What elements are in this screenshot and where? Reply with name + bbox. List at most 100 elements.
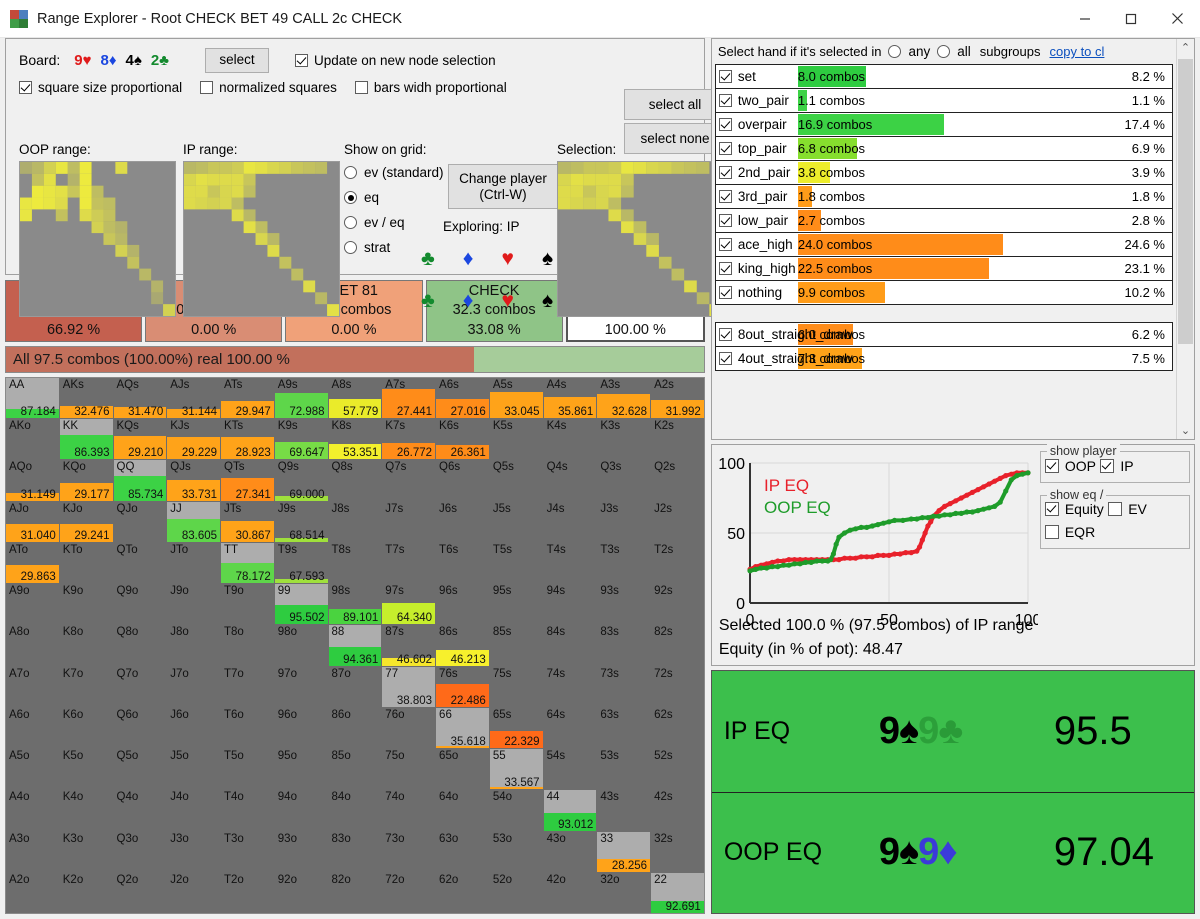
hand-cell-KTs[interactable]: KTs 28.923 bbox=[221, 419, 274, 460]
hand-cell-AKs[interactable]: AKs 32.476 bbox=[59, 378, 113, 419]
hand-cell-A4o[interactable]: A4o bbox=[6, 790, 59, 831]
bars-width-proportional-checkbox[interactable]: bars widh proportional bbox=[354, 80, 507, 95]
hand-cell-K4s[interactable]: K4s bbox=[543, 419, 597, 460]
hand-cell-Q4s[interactable]: Q4s bbox=[543, 460, 597, 501]
hand-cell-J8s[interactable]: J8s bbox=[328, 501, 382, 542]
hand-cell-63o[interactable]: 63o bbox=[436, 831, 489, 872]
update-on-new-node-checkbox[interactable]: Update on new node selection bbox=[295, 53, 496, 68]
hand-cell-Q4o[interactable]: Q4o bbox=[113, 790, 167, 831]
hand-cell-AQo[interactable]: AQo 31.149 bbox=[6, 460, 59, 501]
hand-cell-52o[interactable]: 52o bbox=[489, 872, 543, 913]
diamond-icon[interactable]: ♦ bbox=[463, 289, 474, 313]
hand-cell-Q8s[interactable]: Q8s bbox=[328, 460, 382, 501]
hand-cell-Q8o[interactable]: Q8o bbox=[113, 625, 167, 666]
category-row-top_pair[interactable]: top_pair 6.8 combos 6.9 % bbox=[714, 136, 1173, 161]
hand-cell-A2s[interactable]: A2s 31.992 bbox=[651, 378, 704, 419]
hand-cell-A2o[interactable]: A2o bbox=[6, 872, 59, 913]
hand-cell-86s[interactable]: 86s 46.213 bbox=[436, 625, 489, 666]
radio-eq[interactable]: eq bbox=[344, 185, 444, 210]
category-row-king_high[interactable]: king_high 22.5 combos 23.1 % bbox=[714, 256, 1173, 281]
hand-cell-T7o[interactable]: T7o bbox=[221, 666, 274, 707]
hand-cell-74o[interactable]: 74o bbox=[382, 790, 436, 831]
hand-cell-T9o[interactable]: T9o bbox=[221, 584, 274, 625]
hand-cell-QTo[interactable]: QTo bbox=[113, 542, 167, 584]
hand-cell-94o[interactable]: 94o bbox=[274, 790, 328, 831]
hand-cell-K6o[interactable]: K6o bbox=[59, 707, 113, 749]
hand-cell-T6o[interactable]: T6o bbox=[221, 707, 274, 749]
hand-cell-AJs[interactable]: AJs 31.144 bbox=[167, 378, 221, 419]
heart-icon[interactable]: ♥ bbox=[502, 247, 514, 271]
hand-cell-74s[interactable]: 74s bbox=[543, 666, 597, 707]
category-row-2nd_pair[interactable]: 2nd_pair 3.8 combos 3.9 % bbox=[714, 160, 1173, 185]
copy-to-clipboard-link[interactable]: copy to cl bbox=[1050, 44, 1105, 59]
hand-cell-J9o[interactable]: J9o bbox=[167, 584, 221, 625]
hand-cell-T4s[interactable]: T4s bbox=[543, 542, 597, 584]
hand-cell-A9s[interactable]: A9s 72.988 bbox=[274, 378, 328, 419]
ip-range-heatmap[interactable] bbox=[183, 161, 340, 317]
hand-cell-A9o[interactable]: A9o bbox=[6, 584, 59, 625]
selection-heatmap[interactable] bbox=[557, 161, 723, 317]
hand-cell-KK[interactable]: KK 86.393 bbox=[59, 419, 113, 460]
scrollbar-thumb[interactable] bbox=[1178, 59, 1193, 344]
hand-cell-ATs[interactable]: ATs 29.947 bbox=[221, 378, 274, 419]
hand-cell-T5s[interactable]: T5s bbox=[489, 542, 543, 584]
category-checkbox[interactable]: set bbox=[718, 69, 756, 84]
radio-ev-over-eq[interactable]: ev / eq bbox=[344, 210, 444, 235]
hand-cell-76o[interactable]: 76o bbox=[382, 707, 436, 749]
hand-cell-A5o[interactable]: A5o bbox=[6, 749, 59, 790]
hand-cell-53s[interactable]: 53s bbox=[597, 749, 651, 790]
hand-cell-T9s[interactable]: T9s 67.593 bbox=[274, 542, 328, 584]
hand-cell-K5o[interactable]: K5o bbox=[59, 749, 113, 790]
scroll-down-arrow-icon[interactable]: ⌄ bbox=[1177, 422, 1194, 439]
hand-cell-J8o[interactable]: J8o bbox=[167, 625, 221, 666]
hand-cell-JJ[interactable]: JJ 83.605 bbox=[167, 501, 221, 542]
hand-cell-85o[interactable]: 85o bbox=[328, 749, 382, 790]
hand-cell-97s[interactable]: 97s 64.340 bbox=[382, 584, 436, 625]
category-checkbox[interactable]: two_pair bbox=[718, 93, 789, 108]
hand-cell-KQo[interactable]: KQo 29.177 bbox=[59, 460, 113, 501]
hand-cell-A6s[interactable]: A6s 27.016 bbox=[436, 378, 489, 419]
hand-cell-JTs[interactable]: JTs 30.867 bbox=[221, 501, 274, 542]
hand-cell-53o[interactable]: 53o bbox=[489, 831, 543, 872]
maximize-button[interactable] bbox=[1108, 0, 1154, 37]
hand-cell-87s[interactable]: 87s 46.602 bbox=[382, 625, 436, 666]
hand-cell-K7s[interactable]: K7s 26.772 bbox=[382, 419, 436, 460]
hand-cell-TT[interactable]: TT 78.172 bbox=[221, 542, 274, 584]
change-player-button[interactable]: Change player (Ctrl-W) bbox=[448, 164, 558, 209]
category-checkbox[interactable]: 2nd_pair bbox=[718, 165, 790, 180]
hand-cell-77[interactable]: 77 38.803 bbox=[382, 666, 436, 707]
normalized-squares-checkbox[interactable]: normalized squares bbox=[200, 80, 337, 95]
hand-cell-Q3s[interactable]: Q3s bbox=[597, 460, 651, 501]
hand-cell-J3o[interactable]: J3o bbox=[167, 831, 221, 872]
hand-cell-J6o[interactable]: J6o bbox=[167, 707, 221, 749]
hand-cell-33[interactable]: 33 28.256 bbox=[597, 831, 651, 872]
hand-cell-95o[interactable]: 95o bbox=[274, 749, 328, 790]
hand-cell-95s[interactable]: 95s bbox=[489, 584, 543, 625]
hand-cell-A3s[interactable]: A3s 32.628 bbox=[597, 378, 651, 419]
hand-cell-T8o[interactable]: T8o bbox=[221, 625, 274, 666]
hand-cell-54s[interactable]: 54s bbox=[543, 749, 597, 790]
hand-cell-K9s[interactable]: K9s 69.647 bbox=[274, 419, 328, 460]
hand-cell-75o[interactable]: 75o bbox=[382, 749, 436, 790]
hand-cell-J9s[interactable]: J9s 68.514 bbox=[274, 501, 328, 542]
oop-range-heatmap[interactable] bbox=[19, 161, 176, 317]
hand-cell-62o[interactable]: 62o bbox=[436, 872, 489, 913]
hand-cell-AA[interactable]: AA 87.184 bbox=[6, 378, 59, 419]
hand-cell-43s[interactable]: 43s bbox=[597, 790, 651, 831]
hand-cell-JTo[interactable]: JTo bbox=[167, 542, 221, 584]
hand-cell-K7o[interactable]: K7o bbox=[59, 666, 113, 707]
category-checkbox[interactable]: king_high bbox=[718, 261, 796, 276]
hand-cell-AKo[interactable]: AKo bbox=[6, 419, 59, 460]
hand-cell-83o[interactable]: 83o bbox=[328, 831, 382, 872]
hand-cell-K8s[interactable]: K8s 53.351 bbox=[328, 419, 382, 460]
hand-cell-K3o[interactable]: K3o bbox=[59, 831, 113, 872]
hand-cell-K2o[interactable]: K2o bbox=[59, 872, 113, 913]
hand-cell-J5o[interactable]: J5o bbox=[167, 749, 221, 790]
hand-cell-K6s[interactable]: K6s 26.361 bbox=[436, 419, 489, 460]
hand-cell-J2o[interactable]: J2o bbox=[167, 872, 221, 913]
hand-cell-T4o[interactable]: T4o bbox=[221, 790, 274, 831]
hand-cell-82o[interactable]: 82o bbox=[328, 872, 382, 913]
scrollbar-track[interactable] bbox=[1177, 56, 1194, 422]
hand-cell-55[interactable]: 55 33.567 bbox=[489, 749, 543, 790]
hand-cell-J4o[interactable]: J4o bbox=[167, 790, 221, 831]
